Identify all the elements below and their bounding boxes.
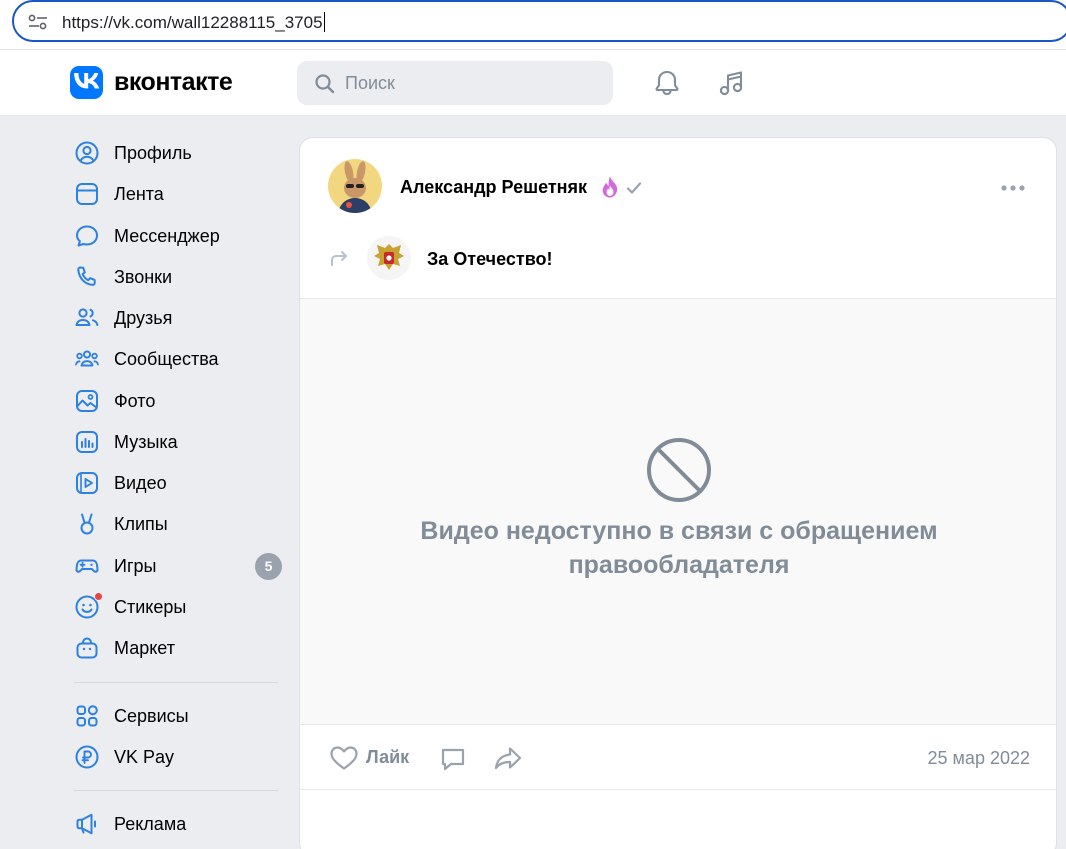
nav-item-friends[interactable]: Друзья — [70, 299, 285, 335]
games-count-badge: 5 — [255, 553, 282, 580]
services-grid-icon — [76, 705, 98, 727]
nav-label: Звонки — [114, 267, 173, 287]
share-icon[interactable] — [493, 745, 523, 771]
browser-toolbar: https://vk.com/wall12288115_3705 — [0, 0, 1066, 50]
fire-icon — [602, 176, 618, 198]
megaphone-icon — [76, 813, 96, 835]
communities-icon — [75, 350, 99, 367]
gamepad-icon — [75, 559, 99, 573]
video-icon — [76, 472, 98, 494]
nav-item-profile[interactable]: Профиль — [70, 134, 285, 170]
photo-icon — [76, 390, 98, 412]
site-header: вконтакте — [0, 50, 1066, 116]
rabbit-avatar-image — [328, 159, 382, 213]
phone-icon — [77, 266, 96, 286]
nav-item-ads[interactable]: Реклама — [70, 805, 285, 841]
heart-icon[interactable] — [329, 745, 359, 771]
nav-label: Стикеры — [114, 597, 187, 617]
nav-label: Музыка — [114, 432, 178, 452]
newsfeed-icon — [76, 183, 98, 205]
nav-item-communities[interactable]: Сообщества — [70, 340, 285, 376]
search-icon — [315, 74, 335, 94]
music-icon — [76, 431, 98, 453]
music-note-icon[interactable] — [717, 68, 747, 98]
nav-label: Маркет — [114, 638, 175, 658]
more-options-icon[interactable] — [1000, 184, 1026, 192]
nav-label: Мессенджер — [114, 226, 220, 246]
search-input[interactable] — [345, 72, 595, 94]
nav-item-stickers[interactable]: Стикеры — [70, 588, 285, 624]
checkmark-icon — [626, 182, 642, 194]
nav-item-services[interactable]: Сервисы — [70, 697, 285, 733]
nav-label: Фото — [114, 391, 156, 411]
nav-label: Профиль — [114, 143, 192, 163]
nav-item-music[interactable]: Музыка — [70, 423, 285, 459]
nav-item-video[interactable]: Видео — [70, 464, 285, 500]
nav-item-clips[interactable]: Клипы — [70, 505, 285, 541]
vk-logo-icon — [74, 73, 99, 89]
wall-post: Александр Решетняк За Отечество! Видео н… — [299, 137, 1057, 849]
nav-label: Игры — [114, 556, 157, 576]
message-icon — [76, 225, 98, 247]
author-avatar[interactable] — [328, 159, 382, 213]
nav-separator — [74, 682, 278, 683]
address-bar[interactable]: https://vk.com/wall12288115_3705 — [12, 0, 1066, 42]
user-circle-icon — [75, 141, 99, 165]
nav-item-games[interactable]: Игры 5 — [70, 547, 285, 583]
nav-label: VK Pay — [114, 747, 175, 767]
url-text[interactable]: https://vk.com/wall12288115_3705 — [62, 12, 325, 33]
nav-label: Клипы — [114, 514, 168, 534]
vkpay-ruble-icon — [75, 745, 99, 769]
nav-label: Сервисы — [114, 706, 189, 726]
repost-arrow-icon — [331, 251, 347, 266]
nav-label: Реклама — [114, 814, 187, 834]
nav-label: Видео — [114, 473, 167, 493]
nav-item-messenger[interactable]: Мессенджер — [70, 217, 285, 253]
nav-item-calls[interactable]: Звонки — [70, 258, 285, 294]
post-date[interactable]: 25 мар 2022 — [928, 748, 1030, 769]
text-caret — [323, 12, 325, 32]
comment-icon[interactable] — [439, 745, 467, 773]
video-placeholder: Видео недоступно в связи с обращением пр… — [300, 298, 1056, 725]
nav-label: Друзья — [114, 308, 173, 328]
nav-separator — [74, 790, 278, 791]
post-actions-bar: Лайк 25 мар 2022 — [300, 726, 1056, 790]
repost-group-name[interactable]: За Отечество! — [427, 249, 553, 270]
post-author-name[interactable]: Александр Решетняк — [400, 177, 587, 198]
nav-item-photo[interactable]: Фото — [70, 382, 285, 418]
nav-label: Лента — [114, 184, 164, 204]
new-stickers-dot — [94, 592, 103, 601]
market-bag-icon — [76, 637, 98, 659]
unavailable-ban-icon — [647, 438, 711, 502]
nav-item-market[interactable]: Маркет — [70, 629, 285, 665]
nav-item-vkpay[interactable]: VK Pay — [70, 738, 285, 774]
nav-label: Сообщества — [114, 349, 219, 369]
nav-item-newsfeed[interactable]: Лента — [70, 175, 285, 211]
like-button[interactable]: Лайк — [366, 747, 409, 768]
group-avatar[interactable] — [367, 236, 411, 280]
notifications-bell-icon[interactable] — [652, 68, 682, 98]
coat-of-arms-image — [367, 236, 411, 280]
friends-icon — [75, 308, 99, 326]
clips-icon — [80, 513, 94, 535]
site-settings-icon[interactable] — [28, 14, 48, 30]
vk-logo[interactable] — [70, 66, 103, 99]
search-box[interactable] — [297, 61, 613, 105]
video-unavailable-message: Видео недоступно в связи с обращением пр… — [420, 517, 938, 579]
logo-wordmark[interactable]: вконтакте — [114, 68, 233, 97]
